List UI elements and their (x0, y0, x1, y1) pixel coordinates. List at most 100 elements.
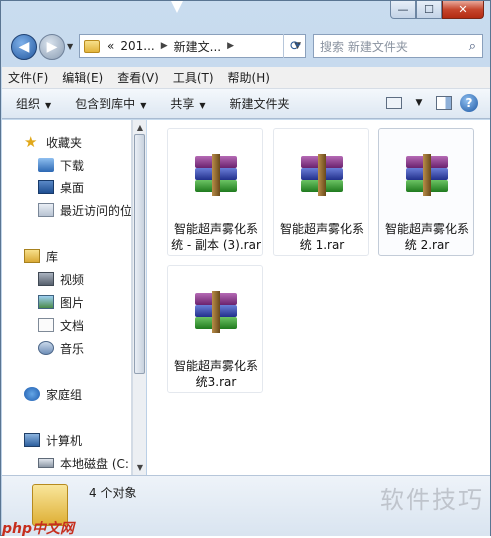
command-toolbar: 组织 ▼ 包含到库中 ▼ 共享 ▼ 新建文件夹 ▼ ? (2, 89, 490, 119)
homegroup-icon (24, 387, 40, 401)
nav-pictures[interactable]: 图片 (38, 292, 84, 312)
navigation-pane: ★ 收藏夹 下载 桌面 最近访问的位 库 视频 图片 文档 音乐 家庭组 计算机 (2, 120, 132, 475)
nav-label: 计算机 (46, 433, 83, 448)
nav-label: 本地磁盘 (C: (60, 456, 129, 471)
help-icon[interactable]: ? (460, 94, 478, 112)
nav-homegroup[interactable]: 家庭组 (24, 384, 82, 404)
include-library-button[interactable]: 包含到库中 ▼ (75, 95, 146, 112)
nav-libraries[interactable]: 库 (24, 246, 58, 266)
folder-icon (84, 39, 100, 53)
file-thumb (385, 135, 469, 215)
new-folder-button[interactable]: 新建文件夹 (230, 95, 290, 112)
new-folder-label: 新建文件夹 (229, 97, 290, 111)
preview-pane-icon[interactable] (436, 96, 452, 110)
pictures-icon (38, 295, 54, 309)
nav-label: 库 (46, 249, 59, 264)
close-button[interactable]: ✕ (442, 1, 484, 19)
file-name-line: 智能超声雾化系 (279, 222, 364, 236)
breadcrumb-overflow[interactable]: « (107, 39, 114, 53)
file-name: 智能超声雾化系 统3.rar (170, 358, 262, 390)
maximize-button[interactable]: ☐ (416, 1, 442, 19)
caret-down-icon: ▼ (199, 101, 206, 110)
menu-edit[interactable]: 编辑(E) (62, 69, 103, 86)
videos-icon (38, 272, 54, 286)
file-name-line: 智能超声雾化系 (173, 359, 258, 373)
nav-recent[interactable]: 最近访问的位 (38, 200, 131, 220)
menu-view[interactable]: 查看(V) (117, 69, 159, 86)
disk-icon (38, 458, 54, 468)
nav-music[interactable]: 音乐 (38, 338, 84, 358)
file-name: 智能超声雾化系 统 2.rar (381, 221, 473, 253)
file-thumb (174, 135, 258, 215)
file-item[interactable]: 智能超声雾化系 统 - 副本 (3).rar (167, 128, 263, 256)
details-pane: 4 个对象 软件技巧 php中文网 (2, 475, 490, 537)
file-name-line: 统 2.rar (404, 238, 450, 252)
minimize-button[interactable]: — (390, 1, 416, 19)
mouse-cursor-icon (171, 1, 183, 13)
watermark: 软件技巧 (380, 486, 484, 514)
nav-videos[interactable]: 视频 (38, 269, 84, 289)
nav-desktop[interactable]: 桌面 (38, 177, 84, 197)
file-name-line: 智能超声雾化系 (173, 222, 258, 236)
library-icon (24, 249, 40, 263)
site-logo: php中文网 (2, 521, 75, 537)
nav-label: 下载 (60, 158, 85, 173)
explorer-window: — ☐ ✕ ◀ ▶ ▼ « 201... ▶ 新建文... ▶ ▼ ⟳ 搜索 新… (0, 0, 491, 537)
file-list: 智能超声雾化系 统 - 副本 (3).rar 智能超声雾化系 统 1.rar 智… (147, 120, 490, 475)
search-input[interactable]: 搜索 新建文件夹 ⌕ (313, 34, 483, 58)
scroll-thumb[interactable] (134, 134, 145, 374)
file-name-line: 统 1.rar (299, 238, 345, 252)
menu-help[interactable]: 帮助(H) (228, 69, 270, 86)
winrar-archive-icon (195, 154, 237, 196)
share-button[interactable]: 共享 ▼ (170, 95, 205, 112)
toolbar-icons: ▼ ? (378, 94, 478, 112)
file-name-line: 智能超声雾化系 (384, 222, 469, 236)
breadcrumb-item[interactable]: 新建文... (174, 38, 221, 55)
refresh-button[interactable]: ⟳ (283, 34, 307, 58)
scroll-up-icon[interactable]: ▲ (135, 123, 145, 132)
nav-label: 桌面 (60, 180, 85, 195)
file-name-line: 统 - 副本 (3).rar (171, 238, 261, 252)
file-item[interactable]: 智能超声雾化系 统 2.rar (378, 128, 474, 256)
caret-down-icon: ▼ (45, 101, 52, 110)
documents-icon (38, 318, 54, 332)
forward-button[interactable]: ▶ (39, 34, 65, 60)
winrar-archive-icon (195, 291, 237, 333)
file-name: 智能超声雾化系 统 1.rar (276, 221, 368, 253)
nav-local-disk[interactable]: 本地磁盘 (C: (38, 453, 129, 473)
chevron-right-icon[interactable]: ▶ (227, 41, 234, 51)
breadcrumb-item[interactable]: 201... (120, 39, 154, 53)
star-icon: ★ (24, 133, 38, 151)
computer-icon (24, 433, 40, 447)
music-icon (38, 341, 54, 355)
menu-file[interactable]: 文件(F) (8, 69, 48, 86)
view-dropdown-icon[interactable]: ▼ (410, 94, 428, 112)
history-dropdown-icon[interactable]: ▼ (67, 42, 73, 51)
organize-label: 组织 (16, 97, 41, 111)
file-item[interactable]: 智能超声雾化系 统 1.rar (273, 128, 369, 256)
change-view-icon[interactable] (386, 97, 402, 109)
nav-label: 图片 (60, 295, 85, 310)
file-item[interactable]: 智能超声雾化系 统3.rar (167, 265, 263, 393)
share-label: 共享 (170, 97, 195, 111)
nav-scrollbar[interactable]: ▲ ▼ (132, 120, 146, 475)
scroll-down-icon[interactable]: ▼ (135, 463, 145, 472)
nav-downloads[interactable]: 下载 (38, 155, 84, 175)
winrar-archive-icon (301, 154, 343, 196)
address-bar[interactable]: « 201... ▶ 新建文... ▶ ▼ (79, 34, 306, 58)
file-thumb (280, 135, 364, 215)
caret-down-icon: ▼ (140, 101, 147, 110)
nav-documents[interactable]: 文档 (38, 315, 84, 335)
menu-tools[interactable]: 工具(T) (173, 69, 214, 86)
organize-button[interactable]: 组织 ▼ (16, 95, 51, 112)
search-icon[interactable]: ⌕ (469, 39, 476, 54)
desktop-icon (38, 180, 54, 194)
chevron-right-icon[interactable]: ▶ (161, 41, 168, 51)
nav-computer[interactable]: 计算机 (24, 430, 82, 450)
back-button[interactable]: ◀ (11, 34, 37, 60)
nav-label: 视频 (60, 272, 85, 287)
nav-label: 收藏夹 (46, 135, 83, 150)
nav-favorites[interactable]: ★ 收藏夹 (24, 132, 82, 152)
item-count: 4 个对象 (89, 486, 137, 500)
file-thumb (174, 272, 258, 352)
